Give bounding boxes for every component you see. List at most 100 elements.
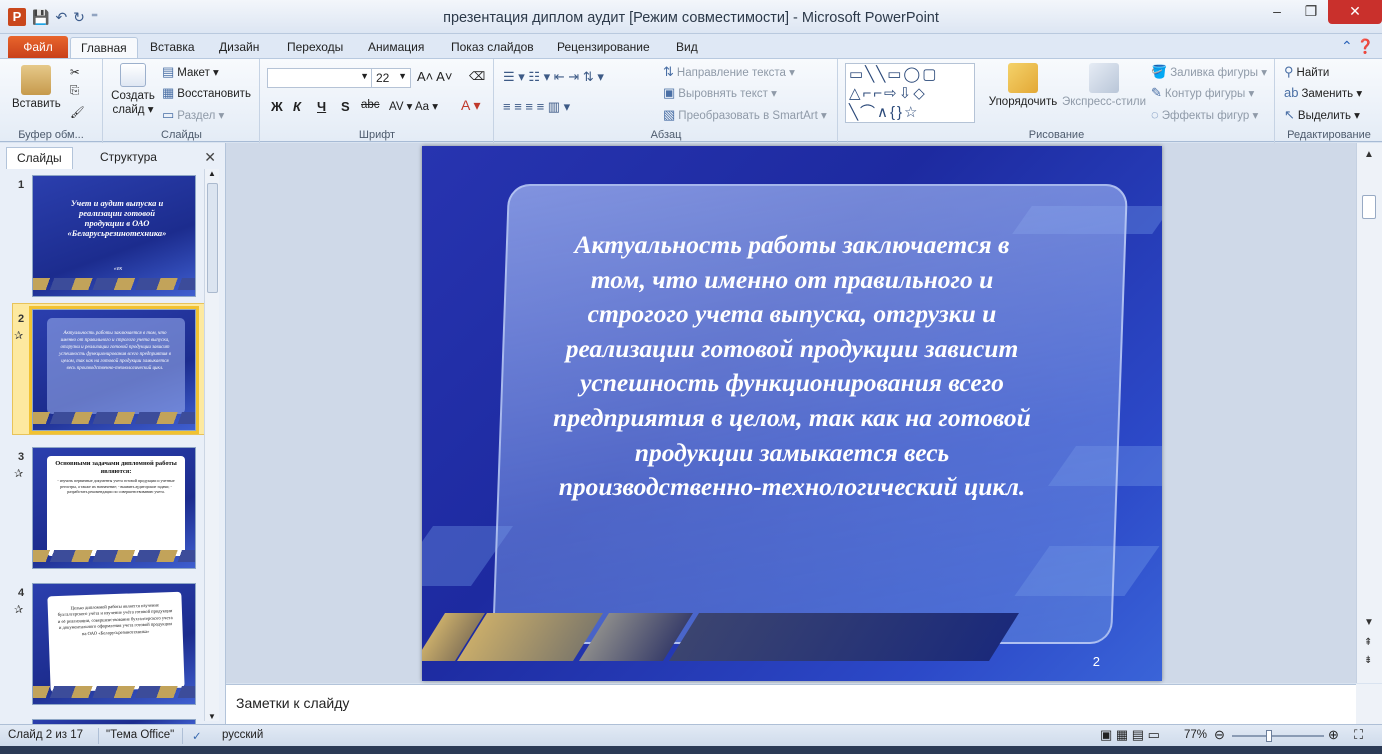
font-color-icon[interactable]: A ▾ bbox=[461, 97, 480, 114]
undo-icon[interactable]: ↶ bbox=[55, 9, 67, 26]
copy-icon[interactable]: ⎘ bbox=[70, 85, 79, 98]
format-painter-icon[interactable]: 🖌 bbox=[70, 105, 85, 119]
save-icon[interactable]: 💾 bbox=[32, 9, 49, 26]
clear-format-icon[interactable]: ⌫ bbox=[469, 69, 485, 83]
text-direction-button[interactable]: ⇅ Направление текста ▾ bbox=[663, 64, 795, 80]
zoom-in-icon[interactable]: ⊕ bbox=[1328, 727, 1339, 743]
smartart-button[interactable]: ▧ Преобразовать в SmartArt ▾ bbox=[663, 107, 827, 123]
slide-body-text[interactable]: Актуальность работы заключается в том, ч… bbox=[552, 228, 1032, 505]
layout-button[interactable]: ▤ Макет ▾ bbox=[162, 64, 219, 80]
strikethrough-button[interactable]: abc bbox=[361, 99, 380, 111]
layout-label: Макет ▾ bbox=[177, 67, 219, 79]
shapes-gallery[interactable]: ▭╲╲▭◯▢ △⌐⌐⇨⇩◇ ╲⌒∧{}☆ bbox=[845, 63, 975, 123]
align-text-button[interactable]: ▣ Выровнять текст ▾ bbox=[663, 85, 777, 101]
notes-pane[interactable]: Заметки к слайду bbox=[226, 684, 1356, 724]
bold-button[interactable]: Ж bbox=[271, 99, 283, 114]
transition-star-icon: ✰ bbox=[14, 468, 24, 480]
restore-button[interactable]: ❐ bbox=[1294, 0, 1328, 24]
char-spacing-icon[interactable]: AV ▾ Aa ▾ bbox=[389, 99, 438, 113]
redo-icon[interactable]: ↻ bbox=[73, 9, 85, 26]
window-title: презентация диплом аудит [Режим совмести… bbox=[443, 10, 939, 26]
minimize-button[interactable]: – bbox=[1260, 0, 1294, 24]
tab-home[interactable]: Главная bbox=[70, 37, 138, 58]
scroll-down-icon[interactable]: ▼ bbox=[1364, 617, 1374, 628]
section-icon: ▭ bbox=[162, 107, 175, 122]
zoom-out-icon[interactable]: ⊖ bbox=[1214, 727, 1225, 743]
tab-animations[interactable]: Анимация bbox=[358, 37, 434, 58]
section-button[interactable]: ▭ Раздел ▾ bbox=[162, 107, 224, 123]
tab-slideshow[interactable]: Показ слайдов bbox=[441, 37, 544, 58]
zoom-slider-thumb[interactable] bbox=[1266, 730, 1272, 742]
fit-to-window-icon[interactable]: ⛶ bbox=[1354, 727, 1363, 743]
scroll-up-icon[interactable]: ▲ bbox=[1364, 149, 1374, 160]
font-name-select[interactable]: ▼ bbox=[267, 68, 373, 88]
reset-icon: ▦ bbox=[162, 85, 175, 100]
shadow-button[interactable]: S bbox=[341, 99, 350, 114]
view-buttons-icon[interactable]: ▣ ▦ ▤ ▭ bbox=[1100, 727, 1160, 743]
scroll-down-icon[interactable]: ▼ bbox=[205, 712, 219, 721]
select-label: Выделить ▾ bbox=[1297, 110, 1360, 122]
grow-font-icon[interactable]: A˄ A˅ bbox=[417, 69, 452, 84]
close-pane-icon[interactable]: ✕ bbox=[204, 149, 216, 166]
tab-file[interactable]: Файл bbox=[8, 36, 68, 58]
font-size-select[interactable]: 22 ▼ bbox=[371, 68, 411, 88]
shape-effects-button[interactable]: ◌ Эффекты фигур ▾ bbox=[1151, 107, 1258, 122]
scroll-thumb[interactable] bbox=[207, 183, 218, 293]
previous-slide-icon[interactable]: ⇞ bbox=[1364, 637, 1372, 648]
powerpoint-app-icon[interactable]: P bbox=[8, 8, 26, 26]
slide-1-stripes bbox=[33, 278, 195, 290]
tab-transitions[interactable]: Переходы bbox=[277, 37, 353, 58]
italic-button[interactable]: К bbox=[293, 99, 301, 114]
bullets-icon[interactable]: ☰ ▾ ☷ ▾ ⇤ ⇥ ⇅ ▾ bbox=[503, 69, 604, 85]
find-button[interactable]: ⚲ Найти bbox=[1284, 64, 1329, 80]
slide-1-title: Учет и аудит выпуска и реализации готово… bbox=[67, 198, 167, 238]
zoom-slider[interactable] bbox=[1232, 730, 1324, 742]
replace-button[interactable]: ab Заменить ▾ bbox=[1284, 85, 1362, 100]
slide-counter: Слайд 2 из 17 bbox=[8, 729, 84, 741]
theme-name[interactable]: "Тема Office" bbox=[106, 729, 174, 741]
next-slide-icon[interactable]: ⇟ bbox=[1364, 655, 1372, 666]
shape-outline-button[interactable]: ✎ Контур фигуры ▾ bbox=[1151, 85, 1254, 101]
zoom-level[interactable]: 77% bbox=[1184, 729, 1207, 741]
slide-2-preview: Актуальность работы заключается в том, ч… bbox=[29, 306, 199, 434]
slide-number: 1 bbox=[18, 179, 25, 191]
replace-label: Заменить ▾ bbox=[1301, 88, 1363, 100]
cut-icon[interactable]: ✂ bbox=[70, 65, 80, 79]
new-slide-button[interactable]: Создать слайд ▾ bbox=[108, 63, 158, 116]
align-icons[interactable]: ≡ ≡ ≡ ≡ ▥ ▾ bbox=[503, 99, 570, 115]
align-text-label: Выровнять текст ▾ bbox=[678, 88, 777, 100]
new-slide-icon bbox=[120, 63, 146, 87]
notes-scrollbar[interactable] bbox=[1356, 684, 1382, 724]
editor-scrollbar[interactable]: ▲ ▼ ⇞ ⇟ bbox=[1356, 143, 1382, 683]
tab-slides[interactable]: Слайды bbox=[6, 147, 73, 169]
spellcheck-icon[interactable]: ✓ bbox=[192, 729, 202, 743]
reset-button[interactable]: ▦ Восстановить bbox=[162, 85, 251, 101]
tab-view[interactable]: Вид bbox=[666, 37, 708, 58]
scroll-up-icon[interactable]: ▲ bbox=[205, 169, 219, 178]
arrange-button[interactable]: Упорядочить bbox=[985, 63, 1061, 108]
quick-styles-button[interactable]: Экспресс-стили bbox=[1061, 63, 1147, 108]
scroll-thumb[interactable] bbox=[1362, 195, 1376, 219]
paste-button[interactable]: Вставить bbox=[12, 65, 61, 110]
tab-design[interactable]: Дизайн bbox=[209, 37, 269, 58]
status-bar: Слайд 2 из 17 "Тема Office" ✓ русский ▣ … bbox=[0, 724, 1382, 746]
current-slide[interactable]: Актуальность работы заключается в том, ч… bbox=[422, 146, 1162, 681]
help-icon[interactable]: ⌃ ❓ bbox=[1341, 38, 1374, 55]
slide-number: 4 bbox=[18, 587, 25, 599]
close-button[interactable]: ✕ bbox=[1328, 0, 1382, 24]
tab-review[interactable]: Рецензирование bbox=[547, 37, 660, 58]
select-button[interactable]: ↖ Выделить ▾ bbox=[1284, 107, 1360, 123]
group-drawing: ▭╲╲▭◯▢ △⌐⌐⇨⇩◇ ╲⌒∧{}☆ Упорядочить Экспресс-… bbox=[839, 59, 1275, 143]
language-indicator[interactable]: русский bbox=[222, 729, 263, 741]
slide-3-title: Основными задачами дипломной работы явля… bbox=[55, 460, 177, 475]
quick-styles-icon bbox=[1089, 63, 1119, 93]
quick-access-toolbar: P 💾 ↶ ↻ ⁼ bbox=[8, 8, 98, 26]
tab-insert[interactable]: Вставка bbox=[140, 37, 205, 58]
shape-fill-button[interactable]: 🪣 Заливка фигуры ▾ bbox=[1151, 64, 1267, 80]
underline-button[interactable]: Ч bbox=[317, 99, 326, 114]
paragraph-group-label: Абзац bbox=[650, 129, 682, 141]
cursor-icon: ↖ bbox=[1284, 107, 1295, 122]
customize-qat-icon[interactable]: ⁼ bbox=[91, 9, 98, 26]
slides-scrollbar[interactable]: ▲ ▼ bbox=[204, 169, 219, 721]
tab-outline[interactable]: Структура bbox=[90, 147, 167, 169]
